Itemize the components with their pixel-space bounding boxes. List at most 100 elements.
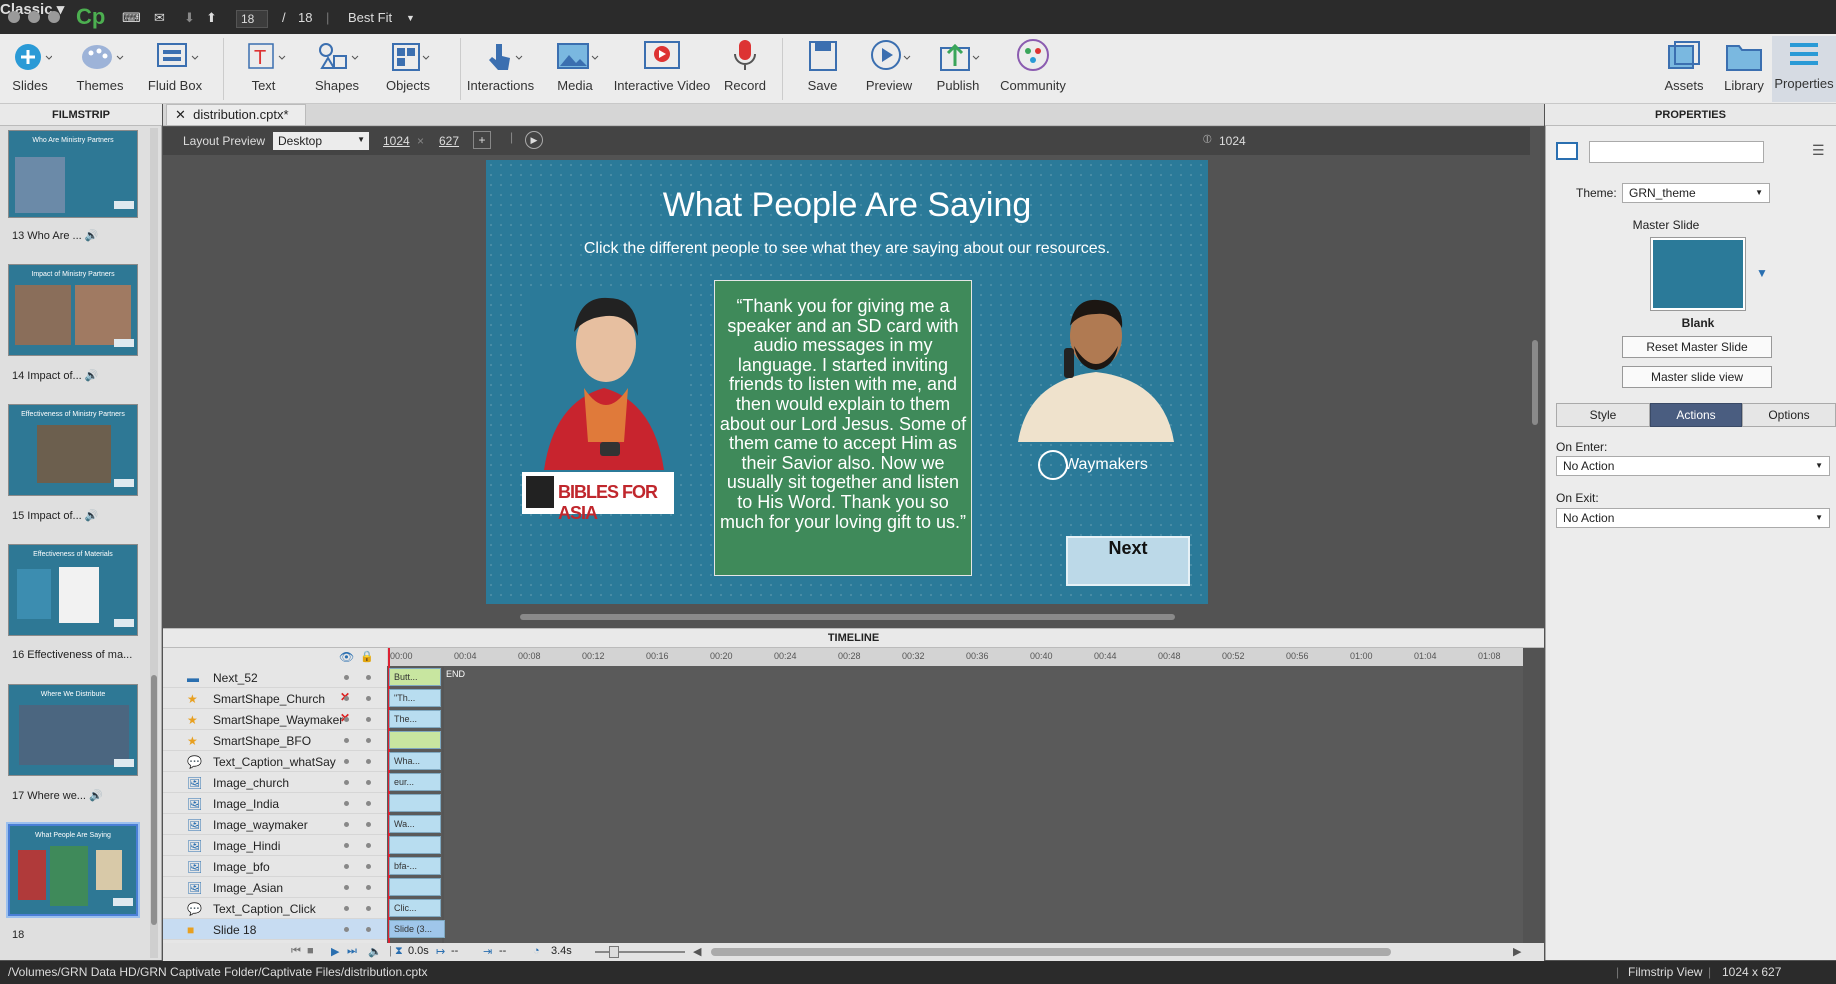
theme-select[interactable]: GRN_theme ▼ (1622, 183, 1770, 203)
tab-style[interactable]: Style (1556, 403, 1650, 427)
reset-master-slide-button[interactable]: Reset Master Slide (1622, 336, 1772, 358)
filmstrip-thumb-16[interactable]: Effectiveness of Materials (8, 544, 138, 636)
timeline-row[interactable]: 🖼 Image_bfo (163, 856, 387, 877)
timeline-hscroll[interactable] (711, 948, 1391, 956)
woman-image[interactable] (524, 292, 684, 470)
next-button[interactable]: Next (1066, 536, 1190, 586)
stage-horizontal-scrollbar[interactable] (520, 614, 1175, 620)
caret-down-icon[interactable]: ▼ (1756, 266, 1768, 280)
lock-toggle[interactable] (366, 885, 371, 890)
timeline-bar[interactable]: The... (389, 710, 441, 728)
visibility-toggle[interactable] (344, 843, 349, 848)
eye-icon[interactable]: 👁 (339, 650, 354, 664)
stage-width[interactable]: 1024 (383, 134, 410, 148)
publish-button[interactable]: Publish (918, 38, 998, 100)
tab-options[interactable]: Options (1742, 403, 1836, 427)
filmstrip-thumb-18[interactable]: What People Are Saying (8, 824, 138, 916)
timeline-ruler[interactable]: 00:00 00:04 00:08 00:12 00:16 00:20 00:24 00:28… (387, 648, 1523, 666)
timeline-row[interactable]: ■ Slide 18 (163, 919, 387, 940)
ruler-handle-icon[interactable]: ⦶ (1203, 132, 1212, 147)
record-button[interactable]: Record (705, 38, 785, 100)
lock-toggle[interactable] (366, 696, 371, 701)
filmstrip-thumb-14[interactable]: Impact of Ministry Partners (8, 264, 138, 356)
community-button[interactable]: Community (993, 38, 1073, 100)
timeline-bar[interactable]: Butt... (389, 668, 441, 686)
lock-icon[interactable]: 🔒 (360, 650, 374, 663)
arrow-up-icon[interactable]: ⬆ (206, 10, 217, 26)
timeline-bar[interactable]: Clic... (389, 899, 441, 917)
slide-subtitle[interactable]: Click the different people to see what t… (486, 240, 1208, 258)
timeline-bar[interactable]: Wa... (389, 815, 441, 833)
lock-toggle[interactable] (366, 780, 371, 785)
on-enter-select[interactable]: No Action ▼ (1556, 456, 1830, 476)
tab-actions[interactable]: Actions (1650, 403, 1742, 427)
keyboard-icon[interactable]: ⌨ (122, 10, 141, 26)
slide-title[interactable]: What People Are Saying (486, 186, 1208, 225)
visibility-toggle[interactable] (344, 927, 349, 932)
filmstrip-thumb-17[interactable]: Where We Distribute (8, 684, 138, 776)
close-icon[interactable]: ✕ (175, 107, 186, 122)
current-page-input[interactable]: 18 (236, 10, 268, 28)
list-icon[interactable]: ☰ (1812, 142, 1825, 159)
timeline-bar[interactable]: Wha... (389, 752, 441, 770)
forward-icon[interactable]: ⏭ (347, 945, 357, 958)
timeline-row[interactable]: ★SmartShape_Church✕ (163, 688, 387, 709)
visibility-toggle[interactable] (344, 696, 349, 701)
arrow-down-icon[interactable]: ⬇ (184, 10, 195, 26)
timeline-bar[interactable]: "Th... (389, 689, 441, 707)
text-button[interactable]: T Text (223, 38, 303, 100)
lock-toggle[interactable] (366, 927, 371, 932)
visibility-toggle[interactable] (344, 906, 349, 911)
filmstrip-thumb-13[interactable]: Who Are Ministry Partners (8, 130, 138, 218)
device-select[interactable]: Desktop ▼ (273, 132, 369, 150)
quote-box[interactable]: “Thank you for giving me a speaker and a… (714, 280, 972, 576)
close-window-button[interactable] (8, 11, 20, 23)
lock-toggle[interactable] (366, 801, 371, 806)
lock-toggle[interactable] (366, 675, 371, 680)
timeline-bar[interactable] (389, 878, 441, 896)
man-image[interactable] (1008, 292, 1184, 442)
timeline-row[interactable]: 💬 Text_Caption_Click (163, 898, 387, 919)
timeline-row[interactable]: 🖼 Image_Asian (163, 877, 387, 898)
visibility-toggle[interactable] (344, 780, 349, 785)
chevron-down-icon[interactable]: ▼ (406, 13, 415, 23)
scroll-right-icon[interactable]: ▶ (1513, 945, 1521, 958)
timeline-bar[interactable]: Slide (3... (389, 920, 445, 938)
on-exit-select[interactable]: No Action ▼ (1556, 508, 1830, 528)
filmstrip-scroll-thumb[interactable] (151, 675, 157, 925)
slide-canvas[interactable]: What People Are Saying Click the differe… (486, 160, 1208, 604)
lock-toggle[interactable] (366, 759, 371, 764)
timeline-row[interactable]: ▬ Next_52 (163, 667, 387, 688)
timeline-row[interactable]: 🖼 Image_Hindi (163, 835, 387, 856)
interactive-video-button[interactable]: Interactive Video (612, 38, 712, 100)
waymakers-logo[interactable]: Waymakers (1038, 448, 1158, 482)
visibility-toggle[interactable] (344, 675, 349, 680)
lock-toggle[interactable] (366, 738, 371, 743)
lock-toggle[interactable] (366, 864, 371, 869)
zoom-window-button[interactable] (48, 11, 60, 23)
visibility-toggle[interactable] (344, 864, 349, 869)
objects-button[interactable]: Objects (368, 38, 448, 100)
timeline-bar[interactable]: bfa-... (389, 857, 441, 875)
timeline-bar[interactable] (389, 836, 441, 854)
master-slide-view-button[interactable]: Master slide view (1622, 366, 1772, 388)
media-button[interactable]: Media (535, 38, 615, 100)
zoom-select[interactable]: Best Fit (348, 10, 392, 25)
view-mode[interactable]: Filmstrip View (1628, 961, 1702, 984)
timeline-row[interactable]: ★ SmartShape_BFO (163, 730, 387, 751)
themes-button[interactable]: Themes (60, 38, 140, 100)
stage-height[interactable]: 627 (439, 134, 459, 148)
timeline-row[interactable]: 🖼 Image_waymaker (163, 814, 387, 835)
end-marker[interactable] (442, 667, 444, 943)
visibility-toggle[interactable] (344, 822, 349, 827)
zoom-slider-thumb[interactable] (609, 946, 619, 958)
stage-vertical-scrollbar[interactable] (1532, 340, 1538, 425)
lock-toggle[interactable] (366, 717, 371, 722)
visibility-toggle[interactable] (344, 738, 349, 743)
timeline-row[interactable]: 💬 Text_Caption_whatSay (163, 751, 387, 772)
visibility-toggle[interactable] (344, 717, 349, 722)
play-icon[interactable]: ▶ (331, 945, 339, 958)
fluid-box-button[interactable]: Fluid Box (135, 38, 215, 100)
minimize-window-button[interactable] (28, 11, 40, 23)
timeline-row[interactable]: ★SmartShape_Waymaker✕ (163, 709, 387, 730)
